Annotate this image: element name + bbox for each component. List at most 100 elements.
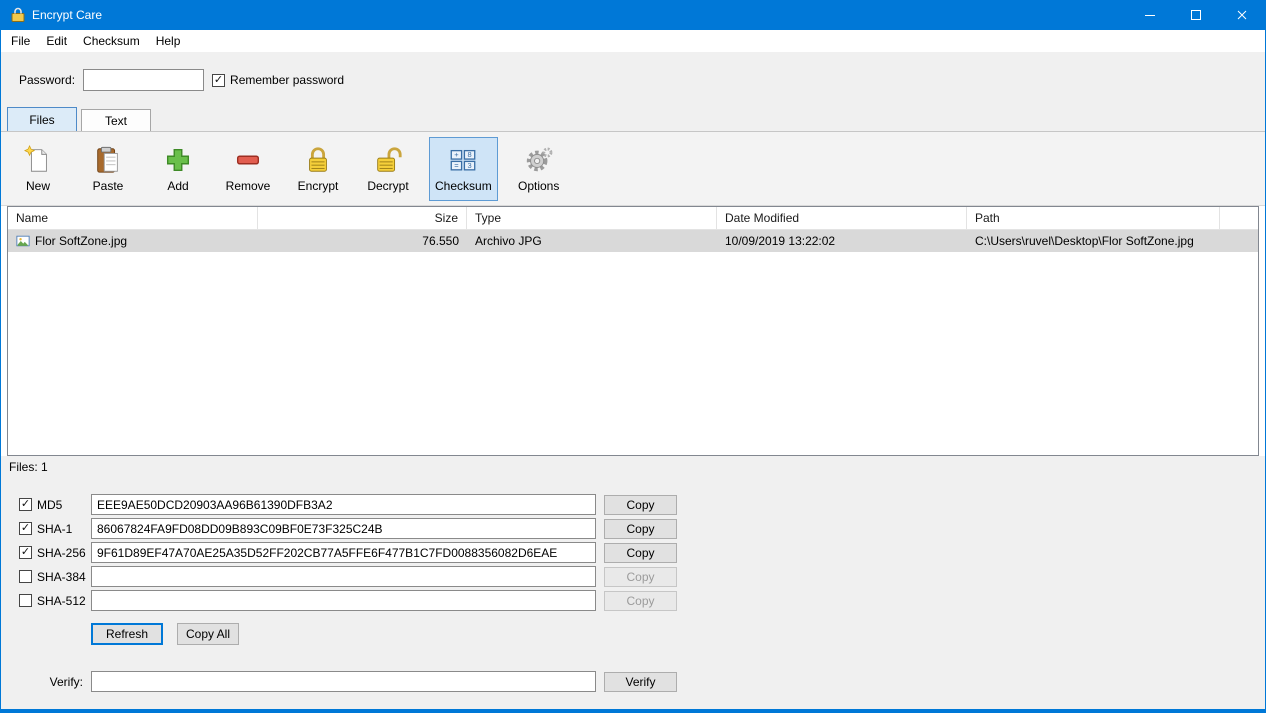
lock-closed-icon [303, 144, 333, 176]
toolbar-button-label: Checksum [435, 179, 492, 193]
checksum-row-md5: ✓ MD5 Copy [19, 494, 1265, 515]
checkbox-sha-256[interactable]: ✓ [19, 546, 32, 559]
checksum-value-md5[interactable] [91, 494, 596, 515]
toolbar-button-label: Remove [225, 179, 271, 193]
file-date-modified-cell: 10/09/2019 13:22:02 [725, 234, 836, 248]
toolbar-button-new[interactable]: New [9, 137, 67, 201]
verify-label: Verify: [49, 674, 83, 689]
checksum-value-sha-384[interactable] [91, 566, 596, 587]
gear-icon [524, 144, 554, 176]
checksum-value-sha-1[interactable] [91, 518, 596, 539]
file-table: Name Size Type Date Modified Path Flor SoftZ… [7, 206, 1259, 456]
refresh-button[interactable]: Refresh [91, 623, 163, 645]
checksum-algorithm-label: MD5 [37, 497, 63, 512]
checksum-section: ✓ MD5 Copy ✓ SHA-1 Copy ✓ SHA-256 Copy SHA-384 Cop… [1, 478, 1265, 709]
toolbar-button-options[interactable]: Options [510, 137, 568, 201]
password-input[interactable] [83, 69, 205, 91]
toolbar-button-checksum[interactable]: +8 = 3 Checksum [429, 136, 498, 201]
toolbar-button-label: Options [518, 179, 560, 193]
checksum-toggle-sha-1[interactable]: ✓ SHA-1 [19, 522, 91, 536]
checksum-algorithm-label: SHA-256 [37, 545, 86, 560]
copy-button-sha-256[interactable]: Copy [604, 542, 677, 563]
svg-text:8: 8 [468, 150, 472, 159]
checksum-row-sha-256: ✓ SHA-256 Copy [19, 542, 1265, 563]
tab-strip: Files Text [1, 107, 1265, 132]
toolbar-button-label: Encrypt [297, 179, 339, 193]
menu-item-file[interactable]: File [3, 30, 38, 52]
verify-row: Verify: Verify [19, 671, 1265, 692]
maximize-icon [1191, 10, 1201, 20]
checksum-row-sha-1: ✓ SHA-1 Copy [19, 518, 1265, 539]
menu-item-edit[interactable]: Edit [38, 30, 75, 52]
column-header-name[interactable]: Name [8, 207, 258, 229]
checksum-list: ✓ MD5 Copy ✓ SHA-1 Copy ✓ SHA-256 Copy SHA-384 Cop… [1, 494, 1265, 611]
checksum-toggle-sha-512[interactable]: SHA-512 [19, 594, 91, 608]
copy-all-button[interactable]: Copy All [177, 623, 239, 645]
maximize-button[interactable] [1173, 0, 1219, 30]
toolbar: New Paste Add Remove Encrypt Decrypt +8 = 3 Check… [1, 132, 1265, 206]
table-body: Flor SoftZone.jpg 76.550 Archivo JPG 10/09/… [8, 230, 1258, 252]
toolbar-button-encrypt[interactable]: Encrypt [289, 137, 347, 201]
toolbar-button-remove[interactable]: Remove [219, 137, 277, 201]
file-path-cell: C:\Users\ruvel\Desktop\Flor SoftZone.jpg [975, 234, 1194, 248]
verify-button[interactable]: Verify [604, 671, 677, 692]
svg-text:3: 3 [468, 161, 472, 170]
column-header-path[interactable]: Path [967, 207, 1220, 229]
copy-button-md5[interactable]: Copy [604, 494, 677, 515]
toolbar-button-decrypt[interactable]: Decrypt [359, 137, 417, 201]
checksum-toggle-md5[interactable]: ✓ MD5 [19, 498, 91, 512]
table-row[interactable]: Flor SoftZone.jpg 76.550 Archivo JPG 10/09/… [8, 230, 1258, 252]
checkbox-md5[interactable]: ✓ [19, 498, 32, 511]
titlebar[interactable]: Encrypt Care [1, 0, 1265, 30]
column-header-date-modified[interactable]: Date Modified [717, 207, 967, 229]
column-header-size[interactable]: Size [258, 207, 467, 229]
toolbar-button-label: Decrypt [367, 179, 409, 193]
verify-input[interactable] [91, 671, 596, 692]
copy-button-sha-1[interactable]: Copy [604, 518, 677, 539]
password-label: Password: [19, 73, 76, 87]
window-title: Encrypt Care [32, 8, 103, 22]
checksum-actions: Refresh Copy All [91, 623, 1265, 645]
minimize-icon [1145, 15, 1155, 16]
menu-item-help[interactable]: Help [148, 30, 189, 52]
remember-password-label: Remember password [230, 73, 345, 87]
tab-files[interactable]: Files [7, 107, 77, 131]
checksum-row-sha-512: SHA-512 Copy [19, 590, 1265, 611]
remember-password-option[interactable]: ✓ Remember password [212, 73, 344, 87]
checksum-value-sha-512[interactable] [91, 590, 596, 611]
image-file-icon [16, 234, 30, 248]
svg-text:=: = [455, 161, 460, 170]
checksum-value-sha-256[interactable] [91, 542, 596, 563]
checkbox-sha-1[interactable]: ✓ [19, 522, 32, 535]
menubar: File Edit Checksum Help [1, 30, 1265, 52]
checksum-algorithm-label: SHA-384 [37, 569, 86, 584]
password-section: Password: ✓ Remember password [1, 52, 1265, 108]
close-button[interactable] [1219, 0, 1265, 30]
copy-button-sha-384: Copy [604, 566, 677, 587]
file-type-cell: Archivo JPG [475, 234, 542, 248]
tab-text[interactable]: Text [81, 109, 151, 131]
copy-button-sha-512: Copy [604, 590, 677, 611]
app-icon [10, 7, 26, 23]
table-header: Name Size Type Date Modified Path [8, 207, 1258, 230]
checksum-algorithm-label: SHA-1 [37, 521, 73, 536]
remember-password-checkbox[interactable]: ✓ [212, 73, 226, 87]
minimize-button[interactable] [1127, 0, 1173, 30]
toolbar-button-label: Add [167, 179, 189, 193]
status-bar: Files: 1 [1, 456, 1265, 478]
files-count-label: Files: 1 [9, 460, 48, 474]
checksum-algorithm-label: SHA-512 [37, 593, 86, 608]
checksum-toggle-sha-256[interactable]: ✓ SHA-256 [19, 546, 91, 560]
app-window: Encrypt Care File Edit Checksum Help Passwo… [0, 0, 1266, 713]
column-header-type[interactable]: Type [467, 207, 717, 229]
checksum-row-sha-384: SHA-384 Copy [19, 566, 1265, 587]
remove-minus-icon [233, 144, 263, 176]
toolbar-button-label: New [25, 179, 50, 193]
toolbar-button-add[interactable]: Add [149, 137, 207, 201]
toolbar-button-paste[interactable]: Paste [79, 137, 137, 201]
checksum-toggle-sha-384[interactable]: SHA-384 [19, 570, 91, 584]
checkbox-sha-512[interactable] [19, 594, 32, 607]
menu-item-checksum[interactable]: Checksum [75, 30, 148, 52]
lock-open-icon [373, 144, 403, 176]
checkbox-sha-384[interactable] [19, 570, 32, 583]
